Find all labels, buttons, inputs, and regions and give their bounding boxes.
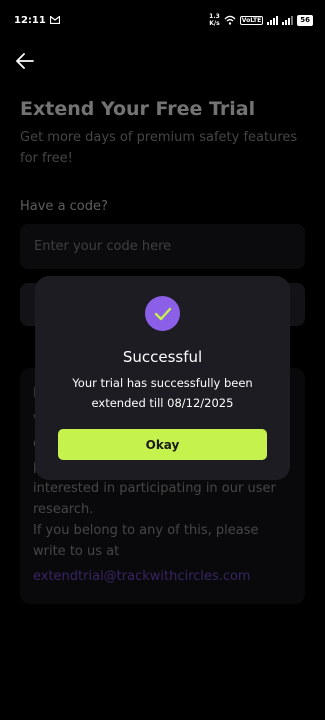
okay-button[interactable]: Okay <box>58 429 267 460</box>
support-email-link[interactable]: extendtrial@trackwithcircles.com <box>33 569 251 584</box>
page-title: Extend Your Free Trial <box>20 98 256 120</box>
info-body: interested in participating in our user … <box>33 481 276 559</box>
dialog-message: Your trial has successfully been extende… <box>72 376 253 410</box>
code-input[interactable] <box>20 224 305 269</box>
checkmark-icon <box>154 307 171 320</box>
page-subtitle: Get more days of premium safety features… <box>20 130 298 166</box>
success-dialog: Successful Your trial has successfully b… <box>35 276 290 480</box>
dialog-title: Successful <box>122 348 203 366</box>
code-label: Have a code? <box>20 199 108 214</box>
success-badge <box>145 296 180 331</box>
